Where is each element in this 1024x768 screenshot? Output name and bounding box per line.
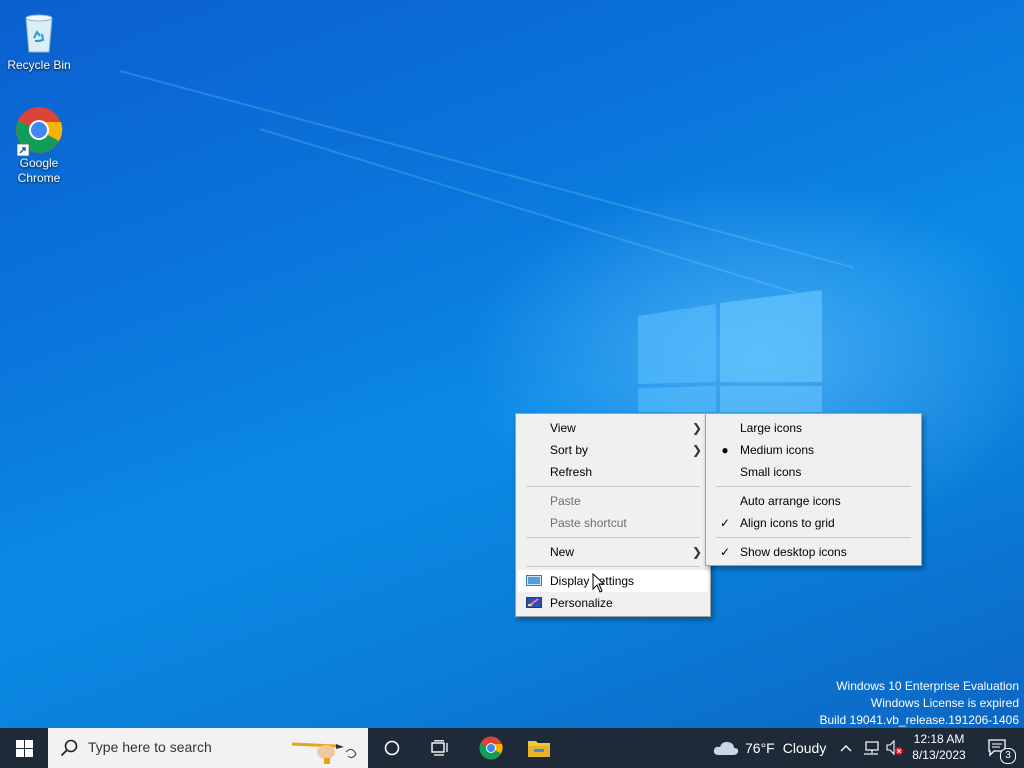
personalize-icon [526,597,542,608]
menu-item-sort-by[interactable]: Sort by ❯ [516,439,710,461]
paste-label: Paste [550,494,581,508]
watermark-build: Build 19041.vb_release.191206-1406 [819,713,1020,727]
desktop-context-menu: View ❯ Sort by ❯ Refresh Paste Paste sho… [515,413,711,617]
start-button[interactable] [0,728,48,768]
weather-widget[interactable]: 76°F Cloudy [708,728,832,768]
checkmark-icon: ✓ [719,516,731,530]
folder-icon [528,741,550,757]
clock-date: 8/13/2023 [912,748,966,762]
watermark-license: Windows License is expired [870,696,1019,710]
submenu-item-medium-icons[interactable]: ● Medium icons [706,439,921,461]
shortcut-arrow-icon [17,144,29,156]
watermark-edition: Windows 10 Enterprise Evaluation [836,679,1019,693]
clock[interactable]: 12:18 AM 8/13/2023 [906,728,972,768]
medium-icons-label: Medium icons [740,443,815,457]
display-settings-icon [526,575,542,586]
cortana-button[interactable] [372,728,412,768]
menu-item-refresh[interactable]: Refresh [516,461,710,483]
chrome-icon [479,736,503,760]
menu-item-personalize[interactable]: Personalize [516,592,710,614]
menu-item-paste[interactable]: Paste [516,490,710,512]
sort-by-label: Sort by [550,443,589,457]
personalize-label: Personalize [550,596,613,610]
submenu-item-align-to-grid[interactable]: ✓ Align icons to grid [706,512,921,534]
menu-separator [716,537,911,538]
weather-temp: 76°F [745,740,775,756]
view-label: View [550,421,576,435]
menu-separator [526,566,700,567]
network-icon [864,741,879,755]
search-placeholder: Type here to search [88,739,212,755]
cloud-icon [713,741,739,755]
menu-separator [526,537,700,538]
submenu-item-small-icons[interactable]: Small icons [706,461,921,483]
menu-item-paste-shortcut[interactable]: Paste shortcut [516,512,710,534]
task-view-button[interactable] [420,728,460,768]
submenu-item-auto-arrange[interactable]: Auto arrange icons [706,490,921,512]
weather-condition: Cloudy [782,740,827,756]
search-icon [60,739,78,757]
menu-separator [716,486,911,487]
volume-button[interactable] [884,728,906,768]
large-icons-label: Large icons [740,421,803,435]
taskbar-chrome-button[interactable] [470,728,512,768]
refresh-label: Refresh [550,465,593,479]
taskbar: Type here to search 76°F Cloudy 12:18 AM… [0,728,1024,768]
notification-count-badge: 3 [1000,748,1016,764]
recycle-bin-desktop-icon[interactable]: Recycle Bin [1,8,77,73]
chevron-right-icon: ❯ [691,443,702,457]
windows-wallpaper-logo [638,290,822,412]
volume-muted-icon [886,740,903,756]
clock-time: 12:18 AM [913,732,965,746]
menu-item-display-settings[interactable]: Display settings [518,570,708,592]
submenu-item-show-desktop-icons[interactable]: ✓ Show desktop icons [706,541,921,563]
show-desktop-icons-label: Show desktop icons [740,545,847,559]
notification-center-button[interactable]: 3 [978,728,1018,768]
paste-shortcut-label: Paste shortcut [550,516,627,530]
google-chrome-label: Google Chrome [17,156,61,185]
show-hidden-icons-button[interactable] [836,728,856,768]
menu-item-new[interactable]: New ❯ [516,541,710,563]
radio-bullet-icon: ● [721,443,729,457]
menu-separator [526,486,700,487]
task-view-icon [431,740,448,756]
auto-arrange-label: Auto arrange icons [740,494,841,508]
checkmark-icon: ✓ [719,545,731,559]
chevron-right-icon: ❯ [691,421,702,435]
cortana-circle-icon [384,740,400,756]
windows-start-icon [15,739,33,757]
taskbar-file-explorer-button[interactable] [518,728,560,768]
align-to-grid-label: Align icons to grid [740,516,835,530]
view-submenu: Large icons ● Medium icons Small icons A… [705,413,922,566]
submenu-item-large-icons[interactable]: Large icons [706,417,921,439]
network-button[interactable] [860,728,882,768]
google-chrome-desktop-icon[interactable]: Google Chrome [1,106,77,186]
chevron-right-icon: ❯ [691,545,702,559]
activation-watermark: Windows 10 Enterprise Evaluation Windows… [719,678,1020,728]
search-highlight-doodle-icon [291,742,357,764]
chevron-up-icon [840,745,852,752]
new-label: New [550,545,575,559]
menu-item-view[interactable]: View ❯ [516,417,710,439]
recycle-bin-icon [15,8,63,56]
recycle-bin-label: Recycle Bin [7,58,71,72]
chrome-icon [15,106,63,156]
small-icons-label: Small icons [740,465,802,479]
mouse-cursor-icon [592,573,606,593]
taskbar-search-box[interactable]: Type here to search [48,728,368,768]
desktop[interactable]: Recycle Bin Google Chrome Windows 10 Ent… [0,0,1024,728]
